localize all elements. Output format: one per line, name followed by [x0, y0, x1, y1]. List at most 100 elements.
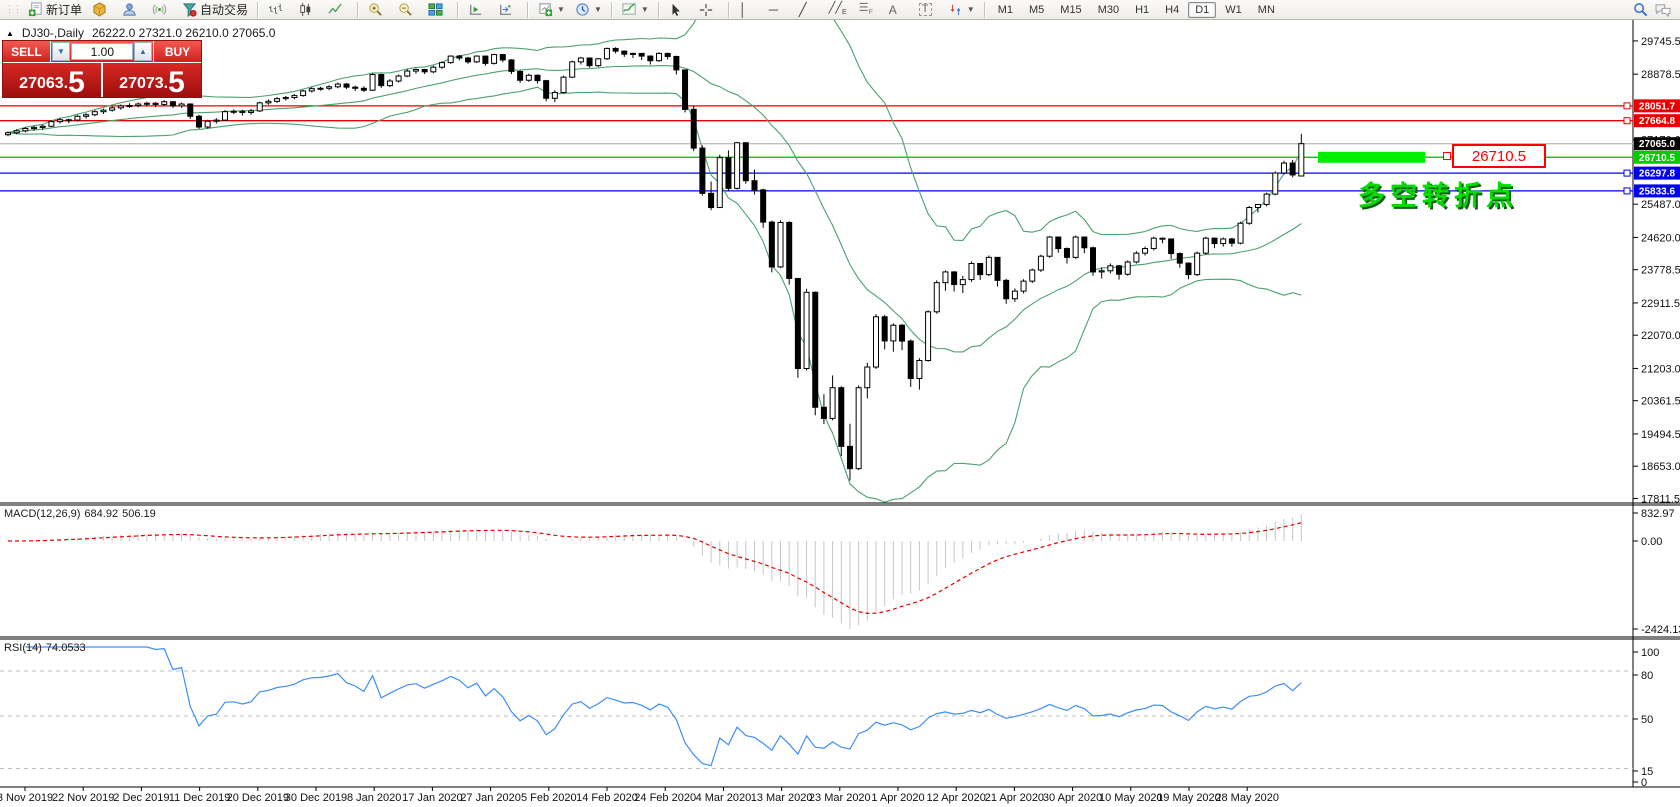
- crosshair-icon: [699, 3, 712, 16]
- fibonacci-button[interactable]: ☰F: [855, 0, 883, 20]
- buy-price-big-digit: 5: [168, 65, 185, 99]
- sell-button[interactable]: SELL: [3, 41, 50, 62]
- crosshair-button[interactable]: [695, 0, 723, 20]
- tile-windows-icon: [428, 3, 443, 16]
- price-axis-label: 21203.0: [1641, 363, 1680, 375]
- candle-body: [647, 55, 654, 62]
- candle-body: [656, 52, 662, 62]
- candle-body: [109, 107, 116, 111]
- volume-increase-button[interactable]: ▲: [134, 42, 152, 61]
- text-button[interactable]: A: [885, 0, 913, 20]
- candle-body: [968, 263, 975, 281]
- indicators-button[interactable]: ▼: [618, 0, 653, 20]
- timeframe-m5[interactable]: M5: [1022, 2, 1051, 18]
- sell-price-main: 27063: [19, 75, 64, 92]
- chart-shift-button[interactable]: [494, 0, 522, 20]
- date-axis-label: 23 Mar 2020: [809, 792, 871, 804]
- candle-body: [846, 445, 853, 470]
- candle-body: [83, 114, 90, 117]
- candle-body: [152, 102, 159, 105]
- candle-body: [213, 119, 220, 122]
- volume-decrease-button[interactable]: ▼: [52, 42, 70, 61]
- new-order-button[interactable]: 新订单: [24, 0, 86, 20]
- period-button[interactable]: ▼: [571, 0, 606, 20]
- chart-annotation-text[interactable]: 多空转折点: [1358, 174, 1518, 213]
- auto-scroll-button[interactable]: [464, 0, 492, 20]
- candlestick-button[interactable]: [294, 0, 322, 20]
- zoom-out-button[interactable]: [394, 0, 422, 20]
- timeframe-h1[interactable]: H1: [1128, 2, 1156, 18]
- candle-body: [603, 47, 610, 60]
- arrows-button[interactable]: ▼: [945, 0, 979, 20]
- candle-body: [326, 86, 333, 89]
- macd-axis-label: 0.00: [1641, 536, 1662, 548]
- timeframe-m1[interactable]: M1: [991, 2, 1020, 18]
- zoom-in-button[interactable]: [364, 0, 392, 20]
- candle-body: [360, 87, 367, 91]
- dropdown-caret-icon: ▼: [966, 5, 975, 14]
- candle-body: [569, 61, 576, 78]
- candle-body: [239, 110, 246, 113]
- tile-windows-button[interactable]: [424, 0, 452, 20]
- community-button[interactable]: [118, 0, 146, 20]
- bar-chart-button[interactable]: [264, 0, 292, 20]
- candle-body: [412, 69, 419, 72]
- chart-title: ▲ DJ30-,Daily 26222.0 27321.0 26210.0 27…: [6, 26, 275, 40]
- signals-button[interactable]: [148, 0, 176, 20]
- candle-body: [942, 271, 949, 284]
- candle-body: [57, 119, 64, 123]
- date-axis-label: 8 Jan 2020: [347, 792, 401, 804]
- candle-body: [178, 103, 185, 107]
- cursor-button[interactable]: [665, 0, 693, 20]
- candle-body: [499, 54, 506, 61]
- text-label-button[interactable]: T: [915, 0, 943, 20]
- auto-trading-label: 自动交易: [200, 3, 249, 17]
- new-chart-button[interactable]: ▼: [534, 0, 569, 20]
- buy-button[interactable]: BUY: [154, 41, 201, 62]
- callout-handle[interactable]: [1443, 152, 1451, 160]
- new-order-icon: [28, 2, 42, 17]
- candle-body: [1263, 193, 1270, 205]
- date-axis-label: 27 Jan 2020: [460, 792, 521, 804]
- trendline-button[interactable]: ╱: [795, 0, 823, 20]
- timeframe-m15[interactable]: M15: [1053, 2, 1088, 18]
- price-axis-label: 22070.0: [1641, 330, 1680, 342]
- candle-body: [1081, 236, 1088, 249]
- market-watch-button[interactable]: [88, 0, 116, 20]
- chat-icon[interactable]: [1654, 3, 1672, 17]
- candle-body: [682, 69, 689, 110]
- volume-input[interactable]: 1.00: [71, 43, 133, 60]
- candle-body: [716, 157, 723, 209]
- auto-trading-button[interactable]: 自动交易: [178, 0, 252, 20]
- candle-body: [890, 324, 897, 342]
- candle-body: [421, 69, 428, 73]
- price-badge-label: 28051.7: [1639, 101, 1676, 112]
- timeframe-m30[interactable]: M30: [1091, 2, 1126, 18]
- vertical-line-button[interactable]: │: [735, 0, 763, 20]
- candle-body: [803, 291, 810, 370]
- trendline-icon: ╱: [798, 2, 807, 17]
- price-callout-label[interactable]: 26710.5: [1452, 144, 1546, 168]
- candle-body: [169, 101, 176, 107]
- fibonacci-icon: ☰F: [858, 1, 873, 17]
- candle-body: [699, 147, 706, 194]
- search-icon[interactable]: [1633, 2, 1648, 17]
- timeframe-h4[interactable]: H4: [1158, 2, 1186, 18]
- macd-signal-line: [8, 522, 1302, 615]
- buy-price[interactable]: 27073. 5: [103, 63, 201, 97]
- chart-symbol-period: DJ30-,Daily: [21, 26, 84, 40]
- candle-body: [794, 277, 801, 370]
- mt4-window: { "toolbar": { "new_order_label": "新订单",…: [0, 0, 1680, 807]
- timeframe-d1[interactable]: D1: [1188, 1, 1217, 18]
- macd-value: 684.92: [84, 508, 119, 520]
- auto-scroll-icon: [469, 4, 482, 15]
- channel-button[interactable]: ╱╱E: [825, 0, 853, 20]
- horizontal-line-button[interactable]: ─: [765, 0, 793, 20]
- line-chart-button[interactable]: [324, 0, 352, 20]
- sell-price[interactable]: 27063. 5: [3, 63, 101, 97]
- timeframe-w1[interactable]: W1: [1218, 2, 1249, 18]
- price-axis-label: 23778.5: [1641, 265, 1680, 277]
- toolbar-grip[interactable]: ⋮⋮: [5, 4, 22, 15]
- timeframe-mn[interactable]: MN: [1251, 2, 1282, 18]
- chart-canvas[interactable]: 29745.528878.527170.025487.024620.023778…: [0, 0, 1680, 807]
